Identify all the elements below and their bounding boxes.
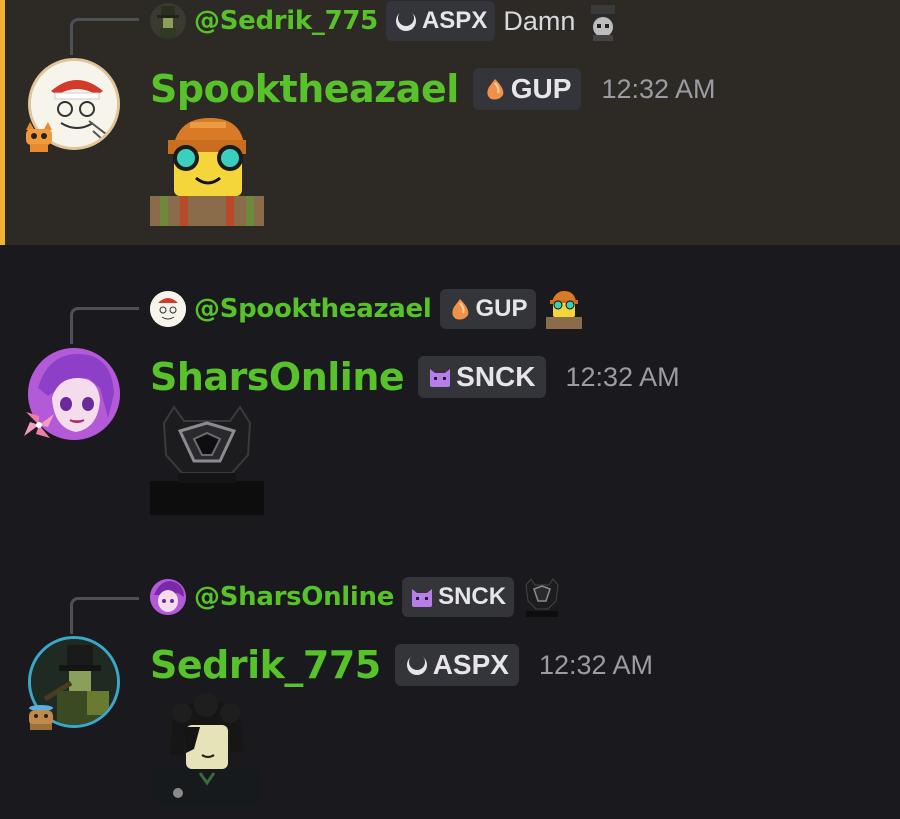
reply-tag[interactable]: ASPX [385,1,496,41]
reply-spine [70,597,139,634]
reply-spine [70,18,139,55]
dark-helmet-emoji-small [522,577,562,617]
reply-avatar[interactable] [150,291,186,327]
username[interactable]: SharsOnline [150,355,405,399]
orange-blob-icon [487,79,504,100]
crescent-icon [406,654,427,675]
dark-helmet-emoji[interactable] [150,403,264,515]
purple-cat-icon [412,589,433,607]
user-avatar[interactable] [28,636,120,730]
dark-hair-avatar-emoji[interactable] [150,693,264,805]
reply-mention[interactable]: @Sedrik_775 [194,6,378,36]
pinwheel-decoration-icon [22,410,56,440]
builder-noob-emoji-small [544,289,584,329]
reply-tag-label: GUP [475,295,528,322]
server-tag[interactable]: SNCK [418,356,546,398]
message-2: @Spooktheazael GUP SharsOnline SNCK 12:3… [0,245,900,535]
reply-text[interactable]: Damn [503,6,575,37]
timestamp[interactable]: 12:32 AM [566,362,680,393]
reply-preview[interactable]: @Sedrik_775 ASPX Damn [150,1,623,41]
server-tag-label: ASPX [432,649,509,680]
reply-mention[interactable]: @SharsOnline [194,582,394,612]
message-3: @SharsOnline SNCK Sedrik_775 ASPX 12:32 … [0,535,900,819]
reply-tag-label: ASPX [421,7,488,34]
orange-blob-icon [451,299,468,320]
reply-tag-label: SNCK [438,583,507,610]
timestamp[interactable]: 12:32 AM [601,74,715,105]
capybara-decoration-icon [24,700,58,730]
cat-decoration-icon [22,122,56,152]
server-tag[interactable]: GUP [472,68,582,110]
crescent-icon [395,10,416,31]
message-header: Sedrik_775 ASPX 12:32 AM [150,640,653,690]
reply-preview[interactable]: @SharsOnline SNCK [150,577,562,617]
reply-avatar[interactable] [150,579,186,615]
purple-cat-icon [430,369,451,387]
message-header: SharsOnline SNCK 12:32 AM [150,352,680,402]
user-avatar[interactable] [26,58,120,152]
reply-mention[interactable]: @Spooktheazael [194,294,432,324]
user-avatar[interactable] [24,348,120,440]
server-tag[interactable]: ASPX [394,644,519,686]
reply-avatar[interactable] [150,3,186,39]
message-header: Spooktheazael GUP 12:32 AM [150,64,716,114]
server-tag-label: SNCK [456,361,536,392]
message-1: @Sedrik_775 ASPX Damn Spooktheazael GUP … [0,0,900,245]
timestamp[interactable]: 12:32 AM [539,650,653,681]
username[interactable]: Sedrik_775 [150,643,381,687]
reply-preview[interactable]: @Spooktheazael GUP [150,289,584,329]
reply-tag[interactable]: SNCK [402,577,515,617]
username[interactable]: Spooktheazael [150,67,459,111]
reply-spine [70,307,139,344]
builder-noob-emoji[interactable] [150,114,264,226]
server-tag-label: GUP [510,73,572,104]
skull-hat-emoji [583,1,623,41]
reply-tag[interactable]: GUP [439,289,536,329]
